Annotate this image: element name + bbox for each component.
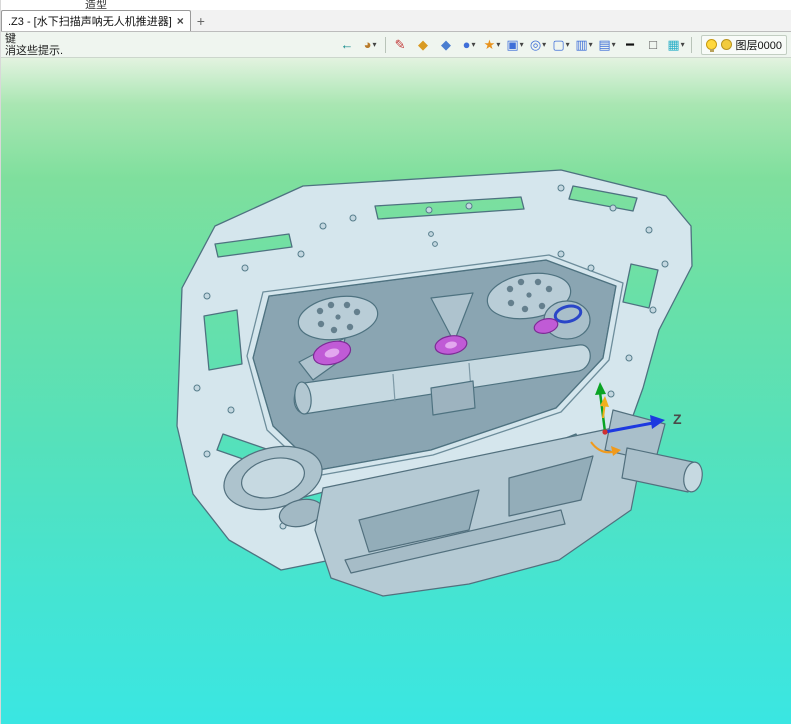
render-mode-icon[interactable]: ◕ ▾ — [359, 34, 382, 56]
monitor-icon: ▤ — [598, 37, 611, 52]
layer-color-icon[interactable] — [720, 39, 732, 50]
black-bar-icon: ━ — [626, 37, 634, 52]
ribbon-clipped-strip: 造型 — [1, 0, 791, 10]
new-tab-button[interactable]: + — [191, 11, 211, 31]
black-bar-icon[interactable]: ━ — [619, 34, 642, 56]
frame-display-icon[interactable]: ▣ ▾ — [504, 34, 527, 56]
gold-solid-icon[interactable]: ◆ — [412, 34, 435, 56]
monitor-icon[interactable]: ▤ ▾ — [596, 34, 619, 56]
close-tab-icon[interactable]: × — [177, 14, 184, 28]
layer-selector[interactable]: 图层0000 — [700, 34, 787, 55]
ribbon-tab-fragment: 造型 — [85, 0, 107, 10]
dropdown-arrow-icon[interactable]: ▾ — [612, 40, 616, 49]
toolbar-separator — [384, 36, 386, 53]
pinwheel-icon: ★ — [483, 37, 496, 52]
layers-icon: ▦ — [667, 37, 680, 52]
blue-solid-icon[interactable]: ◆ — [435, 34, 458, 56]
document-tab-label: .Z3 - [水下扫描声呐无人机推进器] — [8, 16, 172, 28]
exit-view-icon: ← — [340, 37, 354, 52]
pinwheel-icon[interactable]: ★ ▾ — [481, 34, 504, 56]
dropdown-arrow-icon[interactable]: ▾ — [471, 40, 475, 49]
dropdown-arrow-icon[interactable]: ▾ — [566, 40, 570, 49]
viewport-3d[interactable]: Z — [1, 58, 791, 724]
sphere-display-icon: ● — [462, 37, 471, 52]
section-view-icon[interactable]: ▥ ▾ — [573, 34, 596, 56]
hint-text: 键 消这些提示. — [5, 33, 63, 57]
toolbar-icons: ← ◕ ▾ ✎ ◆ ◆ ● ▾ ★ ▾ ▣ ▾ ◎ ▾ ▢ ▾ ▥ ▾ ▤ ▾ ━ □ ▦ ▾ — [336, 34, 695, 56]
exit-view-icon[interactable]: ← — [336, 34, 359, 56]
layer-name-label: 图层0000 — [735, 39, 782, 52]
document-tabbar: .Z3 - [水下扫描声呐无人机推进器] × + — [1, 10, 791, 32]
view-toolbar: 键 消这些提示. ← ◕ ▾ ✎ ◆ ◆ ● ▾ ★ ▾ ▣ ▾ ◎ ▾ ▢ ▾ ▥ ▾ ▤ ▾ ━ □ ▦ ▾ 图层0000 — [1, 32, 791, 58]
rov-model-canvas: Z — [176, 169, 703, 597]
layers-icon[interactable]: ▦ ▾ — [665, 34, 688, 56]
target-icon[interactable]: ◎ ▾ — [527, 34, 550, 56]
layer-visibility-bulb-icon[interactable] — [705, 39, 717, 52]
frame-display-icon: ▣ — [506, 37, 519, 52]
render-mode-icon: ◕ — [363, 37, 372, 52]
hint-line-2: 消这些提示. — [5, 44, 64, 57]
dropdown-arrow-icon[interactable]: ▾ — [589, 40, 593, 49]
gold-solid-icon: ◆ — [418, 37, 429, 52]
brush-icon[interactable]: ✎ — [389, 34, 412, 56]
dropdown-arrow-icon[interactable]: ▾ — [542, 40, 546, 49]
sphere-display-icon[interactable]: ● ▾ — [458, 34, 481, 56]
dropdown-arrow-icon[interactable]: ▾ — [681, 40, 685, 49]
window-display-icon[interactable]: ▢ ▾ — [550, 34, 573, 56]
hint-line-1: 键 — [5, 32, 16, 45]
blue-solid-icon: ◆ — [441, 37, 452, 52]
window-display-icon: ▢ — [552, 37, 565, 52]
toolbar-separator — [690, 36, 692, 53]
brush-icon: ✎ — [394, 37, 406, 52]
document-tab[interactable]: .Z3 - [水下扫描声呐无人机推进器] × — [1, 10, 191, 31]
dropdown-arrow-icon[interactable]: ▾ — [372, 40, 376, 49]
dropdown-arrow-icon[interactable]: ▾ — [520, 40, 524, 49]
axis-origin-dot[interactable] — [602, 429, 608, 435]
target-icon: ◎ — [529, 37, 542, 52]
blank-square-icon: □ — [649, 37, 657, 52]
section-view-icon: ▥ — [575, 37, 588, 52]
blank-square-icon[interactable]: □ — [642, 34, 665, 56]
app-window: 造型 .Z3 - [水下扫描声呐无人机推进器] × + 键 消这些提示. ← ◕ ▾… — [0, 0, 791, 724]
axis-z-label: Z — [673, 411, 682, 427]
dropdown-arrow-icon[interactable]: ▾ — [496, 40, 500, 49]
